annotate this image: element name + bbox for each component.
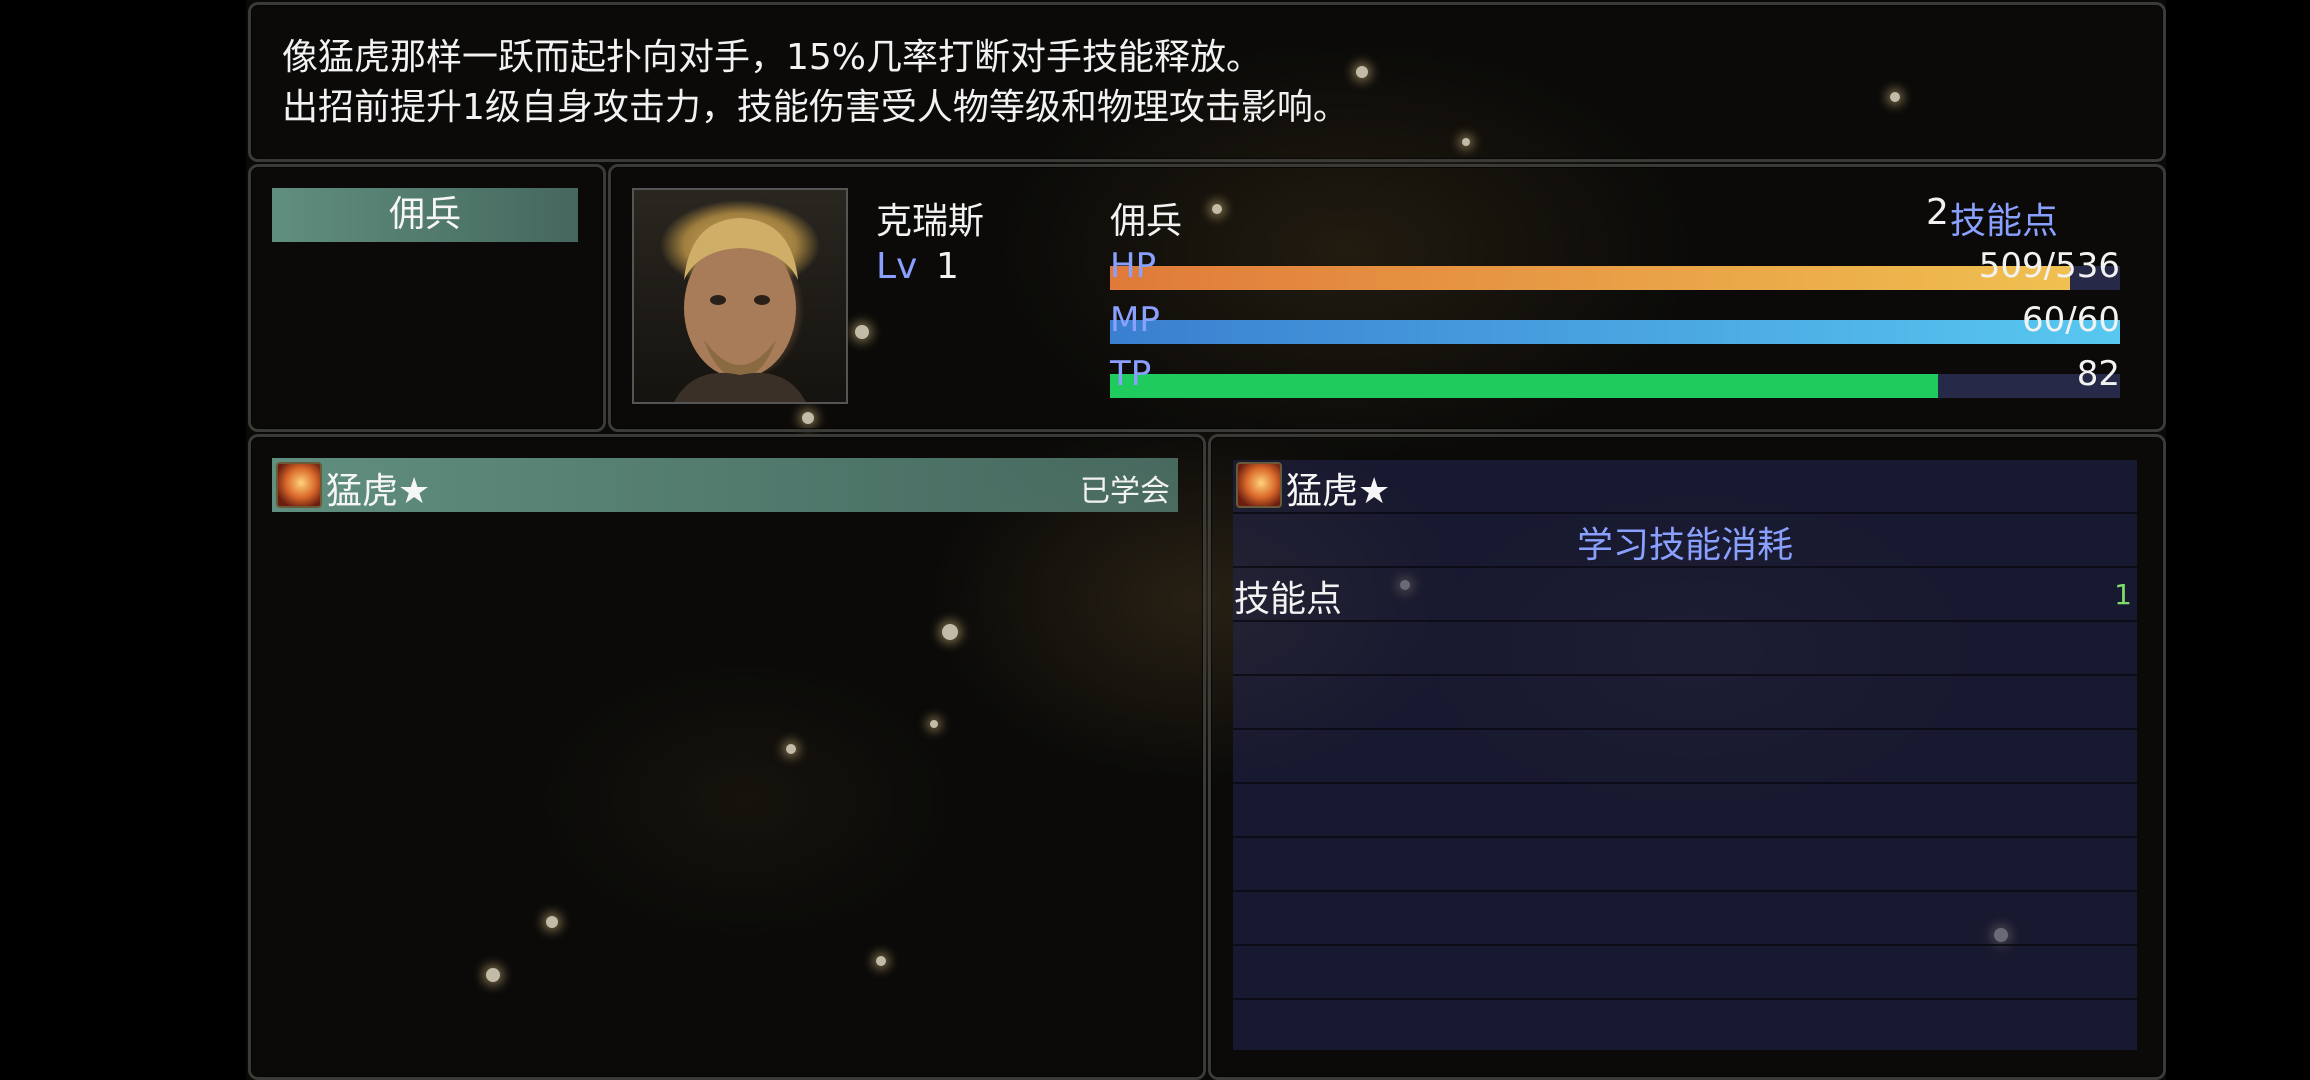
mp-gauge bbox=[1110, 320, 2120, 344]
game-screen: 像猛虎那样一跃而起扑向对手，15%几率打断对手技能释放。 出招前提升1级自身攻击… bbox=[0, 0, 2310, 1080]
skill-list-window bbox=[248, 434, 1206, 1080]
cost-divider bbox=[1233, 998, 2137, 1000]
cost-divider bbox=[1233, 674, 2137, 676]
mp-gauge-fill bbox=[1110, 320, 2120, 344]
cost-divider bbox=[1233, 620, 2137, 622]
cost-row-value: 1 bbox=[2114, 578, 2132, 611]
skill-points-label: 技能点 bbox=[1950, 201, 2059, 242]
mp-value: 60/60 bbox=[2022, 300, 2120, 340]
tp-gauge bbox=[1110, 374, 2120, 398]
tp-label: TP bbox=[1110, 354, 1152, 394]
mp-label: MP bbox=[1110, 300, 1160, 340]
cost-divider bbox=[1233, 890, 2137, 892]
hp-value: 509/536 bbox=[1978, 246, 2120, 286]
actor-class: 佣兵 bbox=[1110, 201, 1183, 242]
cost-divider bbox=[1233, 944, 2137, 946]
cost-skill-name: 猛虎★ bbox=[1286, 471, 1391, 512]
tp-value: 82 bbox=[2076, 354, 2120, 394]
portrait-face-icon bbox=[674, 218, 806, 402]
hp-label: HP bbox=[1110, 246, 1157, 286]
cost-header: 学习技能消耗 bbox=[1576, 525, 1793, 566]
skill-points-count: 2 bbox=[1926, 192, 1949, 233]
class-item-mercenary[interactable]: 佣兵 bbox=[272, 188, 578, 242]
skill-name[interactable]: 猛虎★ bbox=[326, 462, 430, 514]
actor-name: 克瑞斯 bbox=[876, 201, 985, 242]
cost-divider bbox=[1233, 782, 2137, 784]
hp-gauge-fill bbox=[1110, 266, 2070, 290]
actor-portrait bbox=[632, 188, 848, 404]
hp-gauge bbox=[1110, 266, 2120, 290]
description-line-1: 像猛虎那样一跃而起扑向对手，15%几率打断对手技能释放。 bbox=[282, 37, 1263, 78]
tiger-skill-icon bbox=[1236, 462, 1282, 508]
cost-divider bbox=[1233, 728, 2137, 730]
cost-row-label: 技能点 bbox=[1234, 579, 1343, 620]
tiger-skill-icon bbox=[276, 462, 322, 508]
actor-level-label: Lv bbox=[876, 246, 918, 287]
description-line-2: 出招前提升1级自身攻击力，技能伤害受人物等级和物理攻击影响。 bbox=[282, 87, 1349, 128]
actor-level-value: 1 bbox=[936, 246, 959, 287]
skill-status: 已学会 bbox=[1080, 474, 1170, 509]
tp-gauge-fill bbox=[1110, 374, 1939, 398]
cost-divider bbox=[1233, 836, 2137, 838]
